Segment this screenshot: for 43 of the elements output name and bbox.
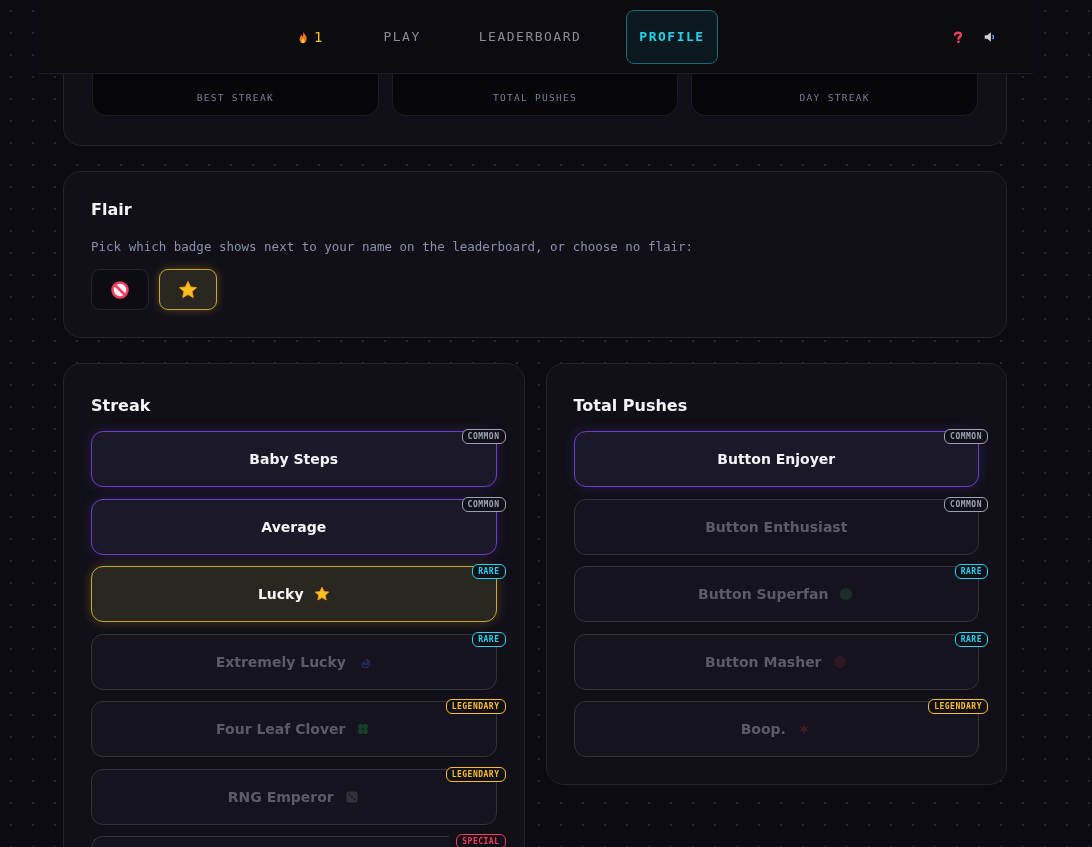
rarity-tag: COMMON xyxy=(461,429,506,444)
badge-name: Button Superfan xyxy=(698,586,829,602)
badge-name: Baby Steps xyxy=(249,451,339,467)
rarity-tag: COMMON xyxy=(461,496,506,512)
rarity-tag: LEGENDARY xyxy=(445,766,506,782)
circle-icon xyxy=(838,586,855,602)
prohibited-icon xyxy=(110,279,130,300)
badge-name: Lucky xyxy=(257,586,304,602)
nav-tab[interactable]: PROFILE xyxy=(626,9,718,64)
badge-name: Average xyxy=(261,518,327,535)
badge-name: Four Leaf Clover xyxy=(216,721,346,737)
nav-tab[interactable]: PLAY xyxy=(370,9,434,64)
section-title: Flair xyxy=(91,200,133,219)
die-icon xyxy=(343,788,360,805)
star-icon xyxy=(313,586,330,602)
star-icon xyxy=(178,279,198,300)
badge-name: Button Masher xyxy=(704,653,822,670)
streak-count: 1 xyxy=(314,28,323,45)
flair-description: Pick which badge shows next to your name on the leaderboard, or choose no flair: xyxy=(91,239,695,254)
badge-name: Extremely Lucky xyxy=(215,653,346,670)
rarity-tag: RARE xyxy=(472,564,506,579)
badge-name: RNG Emperor xyxy=(227,788,334,805)
rarity-tag: SPECIAL xyxy=(456,834,506,847)
flair-option[interactable] xyxy=(159,269,217,310)
badge-name: Button Enthusiast xyxy=(705,518,848,535)
rarity-tag: COMMON xyxy=(944,496,988,512)
rarity-tag: RARE xyxy=(472,631,506,647)
badge-name: Boop. xyxy=(740,721,786,737)
nav-tab[interactable]: LEADERBOARD xyxy=(465,9,595,64)
rarity-tag: RARE xyxy=(954,631,988,647)
section-title: Streak xyxy=(91,396,152,415)
stat-label: DAY STREAK xyxy=(799,92,870,103)
stat-label: TOTAL PUSHES xyxy=(492,92,578,103)
circle-icon xyxy=(831,653,848,670)
badge-name: Button Enjoyer xyxy=(717,451,836,467)
help-icon[interactable] xyxy=(951,29,965,44)
rarity-tag: LEGENDARY xyxy=(928,699,988,714)
stat-label: BEST STREAK xyxy=(196,92,274,103)
rarity-tag: COMMON xyxy=(944,429,988,444)
rarity-tag: LEGENDARY xyxy=(445,699,506,714)
rarity-tag: RARE xyxy=(954,564,988,579)
section-title: Total Pushes xyxy=(573,396,689,415)
no-flair-button[interactable] xyxy=(91,269,149,310)
